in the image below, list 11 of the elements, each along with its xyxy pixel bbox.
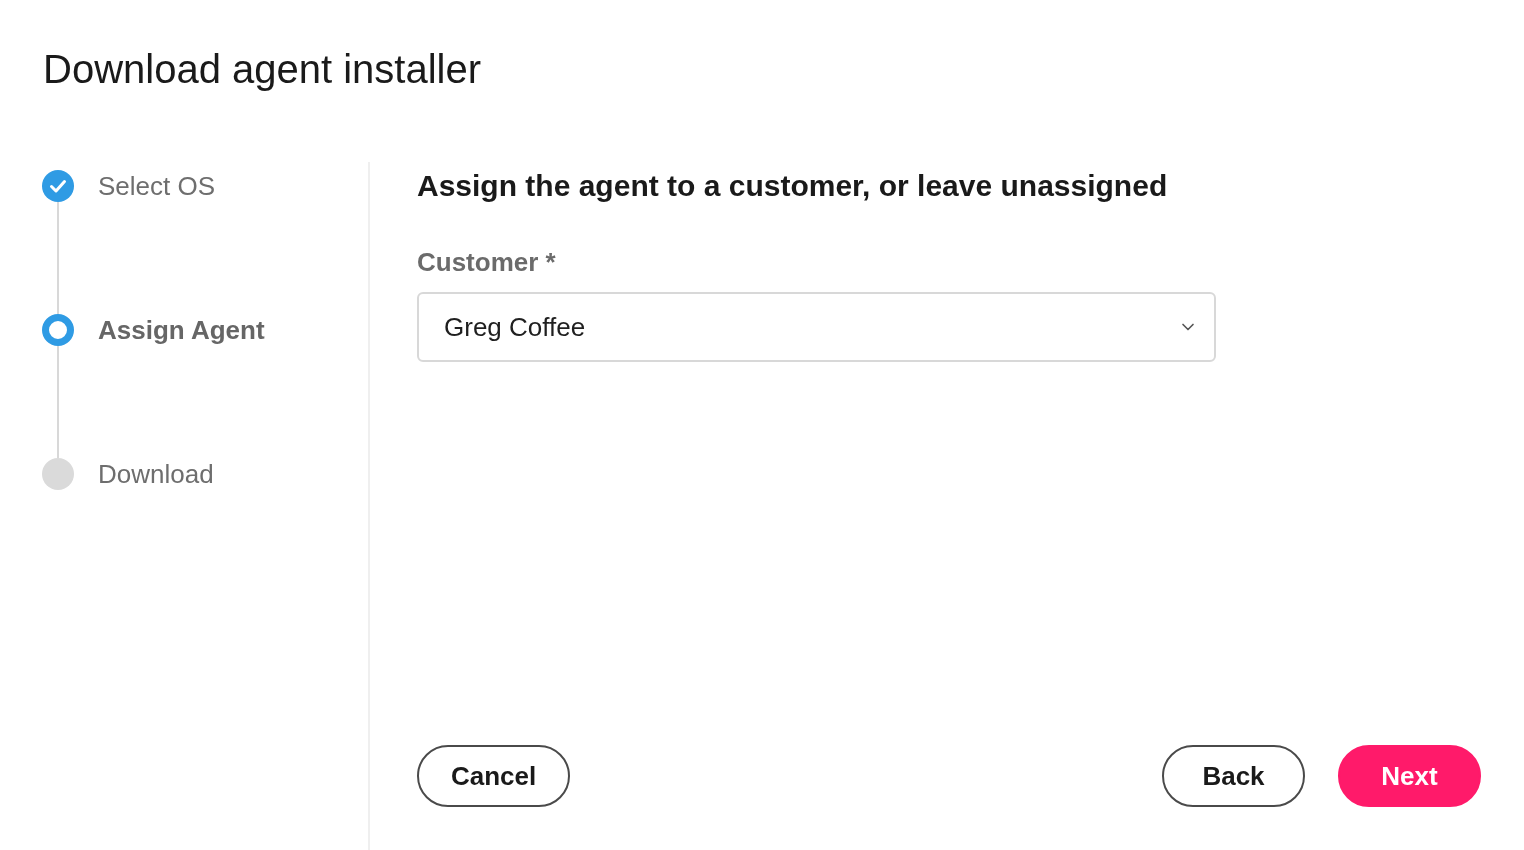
customer-select[interactable]: Greg Coffee <box>417 292 1216 362</box>
step-label: Assign Agent <box>98 313 265 347</box>
step-label: Select OS <box>98 169 216 203</box>
field-label: Customer * <box>417 246 556 278</box>
form-heading: Assign the agent to a customer, or leave unassigned <box>417 168 1168 204</box>
primary-button[interactable]: Next <box>1338 745 1481 807</box>
outline-button[interactable]: Back <box>1162 745 1305 807</box>
step-label: Download <box>98 457 214 491</box>
outline-button[interactable]: Cancel <box>417 745 571 807</box>
select-value: Greg Coffee <box>444 310 586 344</box>
page-title: Download agent installer <box>43 46 482 93</box>
